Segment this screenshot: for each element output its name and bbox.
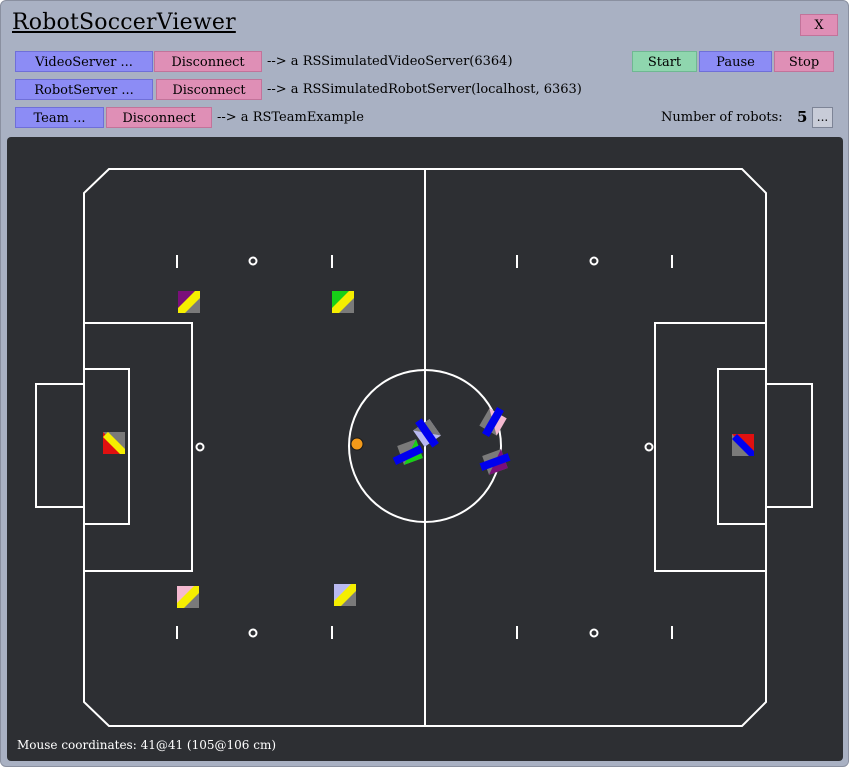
field-spot xyxy=(248,256,258,266)
right-goal xyxy=(765,383,813,508)
team-button[interactable]: Team ... xyxy=(15,107,104,128)
soccer-field[interactable] xyxy=(7,137,843,761)
window-title: RobotSoccerViewer xyxy=(12,10,236,35)
robot xyxy=(103,432,125,454)
field-spot xyxy=(589,628,599,638)
mouse-coordinates: Mouse coordinates: 41@41 (105@106 cm) xyxy=(17,738,277,752)
robot-disconnect-button[interactable]: Disconnect xyxy=(156,79,262,100)
soccer-field-panel[interactable]: Mouse coordinates: 41@41 (105@106 cm) xyxy=(7,137,843,761)
robot xyxy=(177,586,199,608)
stop-button[interactable]: Stop xyxy=(774,51,834,72)
ball xyxy=(350,437,364,451)
video-disconnect-button[interactable]: Disconnect xyxy=(154,51,262,72)
robot xyxy=(334,584,356,606)
robot xyxy=(332,291,354,313)
start-button[interactable]: Start xyxy=(632,51,697,72)
field-spot xyxy=(195,442,205,452)
close-button[interactable]: X xyxy=(800,14,838,36)
number-of-robots-value: 5 xyxy=(797,108,808,126)
field-spot xyxy=(589,256,599,266)
robot-server-button[interactable]: RobotServer ... xyxy=(15,79,153,100)
left-goal xyxy=(35,383,85,508)
video-server-button[interactable]: VideoServer ... xyxy=(15,51,153,72)
team-disconnect-button[interactable]: Disconnect xyxy=(106,107,212,128)
robot-server-status: --> a RSSimulatedRobotServer(localhost, … xyxy=(267,82,582,97)
robot-soccer-viewer-window: RobotSoccerViewer X VideoServer ... Disc… xyxy=(0,0,849,767)
video-server-status: --> a RSSimulatedVideoServer(6364) xyxy=(267,54,513,69)
pause-button[interactable]: Pause xyxy=(699,51,772,72)
robot xyxy=(178,291,200,313)
team-status: --> a RSTeamExample xyxy=(217,110,364,125)
robot xyxy=(479,407,507,437)
number-of-robots-label: Number of robots: xyxy=(661,110,783,125)
robot xyxy=(479,449,511,475)
field-spot xyxy=(644,442,654,452)
left-penalty-area xyxy=(83,322,193,572)
robots-more-button[interactable]: ... xyxy=(812,107,833,128)
robot xyxy=(732,434,754,456)
field-spot xyxy=(248,628,258,638)
